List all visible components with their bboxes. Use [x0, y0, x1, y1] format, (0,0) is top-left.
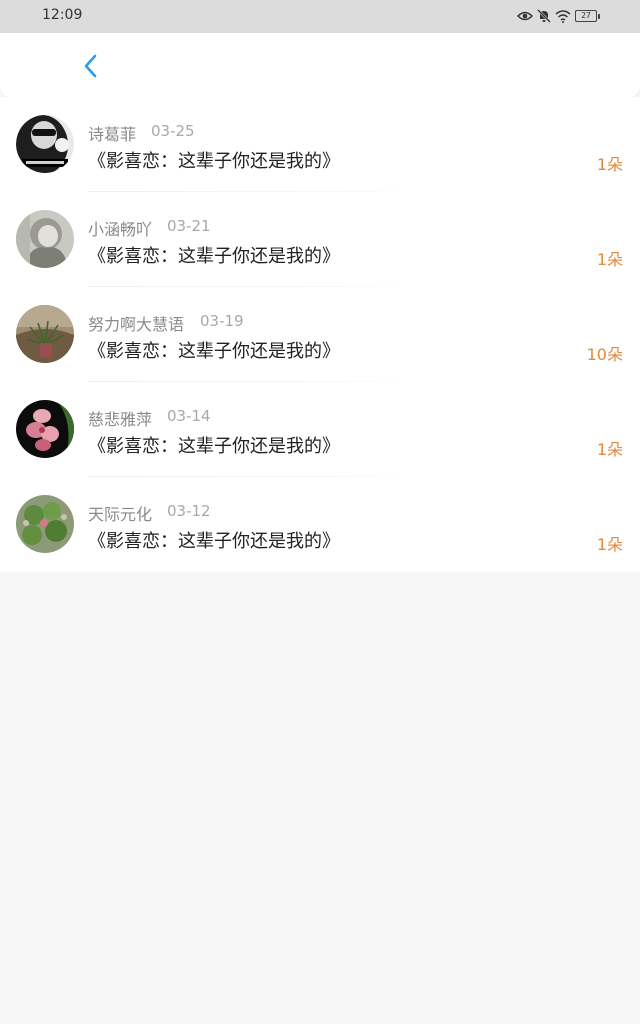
gift-date: 03-25	[151, 122, 195, 140]
avatar	[16, 305, 74, 363]
battery-icon: 27	[575, 10, 600, 22]
user-name: 诗葛菲	[88, 125, 137, 144]
gift-date: 03-12	[167, 502, 211, 520]
gift-record-list: 诗葛菲 03-25 《影喜恋：这辈子你还是我的》 1朵 小涵畅吖 03-21 《…	[0, 97, 640, 572]
novel-title: 《影喜恋：这辈子你还是我的》	[88, 531, 340, 552]
flower-count: 1朵	[596, 155, 623, 174]
battery-level: 27	[575, 10, 597, 22]
list-item[interactable]: 努力啊大慧语 03-19 《影喜恋：这辈子你还是我的》 10朵	[0, 287, 640, 382]
status-time: 12:09	[42, 7, 83, 23]
novel-title: 《影喜恋：这辈子你还是我的》	[88, 151, 340, 172]
wifi-icon	[555, 9, 571, 23]
flower-count: 1朵	[596, 440, 623, 459]
list-item[interactable]: 小涵畅吖 03-21 《影喜恋：这辈子你还是我的》 1朵	[0, 192, 640, 287]
gift-date: 03-21	[167, 217, 211, 235]
chevron-left-icon	[84, 54, 97, 78]
status-bar: 12:09 27	[0, 0, 640, 33]
novel-title: 《影喜恋：这辈子你还是我的》	[88, 341, 340, 362]
flower-count: 10朵	[586, 345, 623, 364]
gift-date: 03-19	[200, 312, 244, 330]
mute-bell-icon	[537, 9, 551, 23]
avatar	[16, 495, 74, 553]
novel-title: 《影喜恋：这辈子你还是我的》	[88, 436, 340, 457]
user-name: 慈悲雅萍	[88, 410, 153, 429]
status-icons: 27	[517, 8, 600, 24]
user-name: 天际元化	[88, 505, 153, 524]
gift-date: 03-14	[167, 407, 211, 425]
top-nav-bar	[0, 33, 640, 97]
list-item[interactable]: 诗葛菲 03-25 《影喜恋：这辈子你还是我的》 1朵	[0, 97, 640, 192]
user-name: 努力啊大慧语	[88, 315, 185, 334]
avatar	[16, 210, 74, 268]
avatar	[16, 115, 74, 173]
back-button[interactable]	[76, 50, 106, 80]
list-item[interactable]: 天际元化 03-12 《影喜恋：这辈子你还是我的》 1朵	[0, 477, 640, 572]
flower-count: 1朵	[596, 535, 623, 554]
avatar	[16, 400, 74, 458]
flower-count: 1朵	[596, 250, 623, 269]
user-name: 小涵畅吖	[88, 220, 153, 239]
eye-icon	[517, 10, 533, 22]
novel-title: 《影喜恋：这辈子你还是我的》	[88, 246, 340, 267]
list-item[interactable]: 慈悲雅萍 03-14 《影喜恋：这辈子你还是我的》 1朵	[0, 382, 640, 477]
